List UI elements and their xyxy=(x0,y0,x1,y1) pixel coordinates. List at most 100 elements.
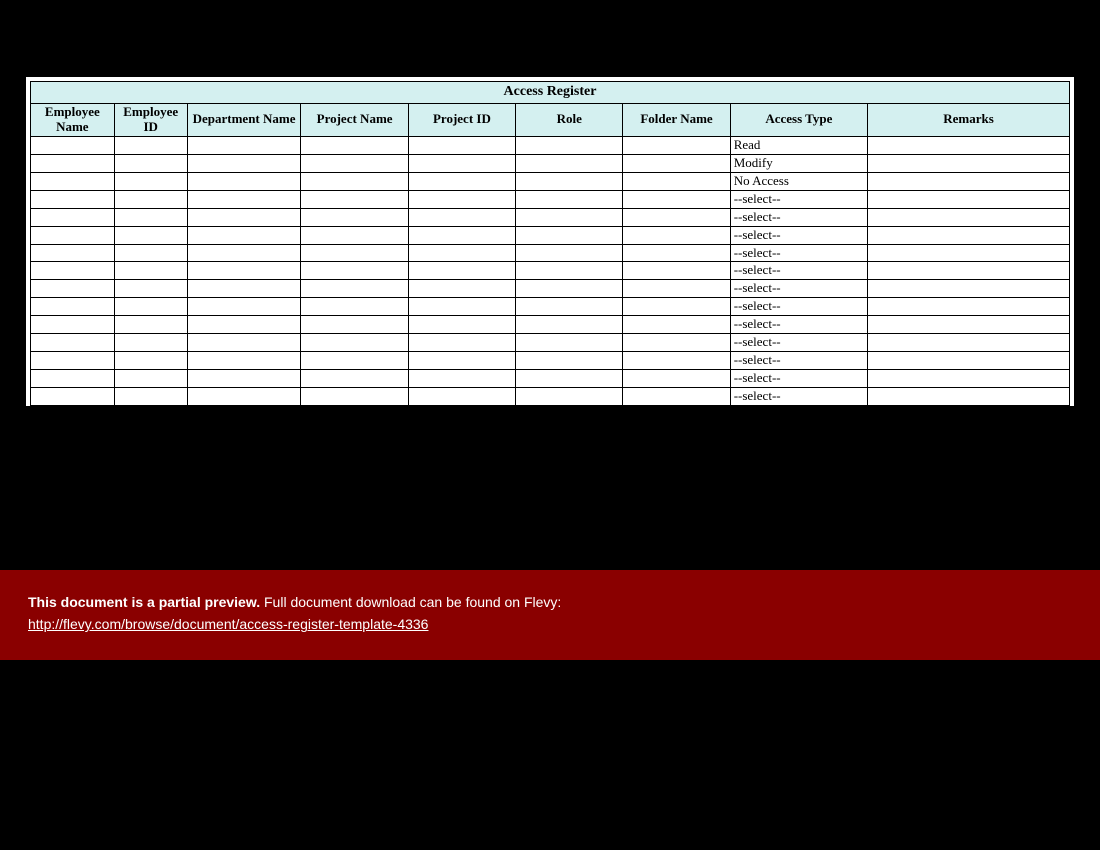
cell-remarks[interactable] xyxy=(868,280,1070,298)
cell-project_name[interactable] xyxy=(301,388,408,406)
cell-project_name[interactable] xyxy=(301,262,408,280)
cell-role[interactable] xyxy=(516,226,623,244)
cell-access_type[interactable]: --select-- xyxy=(730,370,867,388)
cell-employee_name[interactable] xyxy=(31,244,115,262)
cell-project_name[interactable] xyxy=(301,244,408,262)
cell-role[interactable] xyxy=(516,370,623,388)
cell-employee_id[interactable] xyxy=(114,316,187,334)
cell-project_name[interactable] xyxy=(301,136,408,154)
cell-folder_name[interactable] xyxy=(623,208,730,226)
cell-remarks[interactable] xyxy=(868,190,1070,208)
cell-employee_name[interactable] xyxy=(31,280,115,298)
cell-employee_name[interactable] xyxy=(31,172,115,190)
cell-remarks[interactable] xyxy=(868,208,1070,226)
cell-role[interactable] xyxy=(516,244,623,262)
cell-role[interactable] xyxy=(516,334,623,352)
cell-department_name[interactable] xyxy=(187,172,301,190)
cell-employee_name[interactable] xyxy=(31,352,115,370)
cell-remarks[interactable] xyxy=(868,334,1070,352)
cell-access_type[interactable]: --select-- xyxy=(730,352,867,370)
cell-folder_name[interactable] xyxy=(623,352,730,370)
cell-project_name[interactable] xyxy=(301,298,408,316)
cell-department_name[interactable] xyxy=(187,154,301,172)
cell-department_name[interactable] xyxy=(187,226,301,244)
cell-department_name[interactable] xyxy=(187,352,301,370)
cell-project_id[interactable] xyxy=(408,190,515,208)
cell-remarks[interactable] xyxy=(868,172,1070,190)
cell-access_type[interactable]: Read xyxy=(730,136,867,154)
cell-department_name[interactable] xyxy=(187,136,301,154)
cell-employee_name[interactable] xyxy=(31,316,115,334)
cell-role[interactable] xyxy=(516,172,623,190)
cell-remarks[interactable] xyxy=(868,226,1070,244)
cell-role[interactable] xyxy=(516,280,623,298)
cell-project_name[interactable] xyxy=(301,370,408,388)
cell-role[interactable] xyxy=(516,190,623,208)
cell-role[interactable] xyxy=(516,388,623,406)
cell-employee_name[interactable] xyxy=(31,298,115,316)
cell-project_id[interactable] xyxy=(408,280,515,298)
cell-department_name[interactable] xyxy=(187,316,301,334)
cell-employee_id[interactable] xyxy=(114,226,187,244)
cell-folder_name[interactable] xyxy=(623,316,730,334)
cell-project_id[interactable] xyxy=(408,208,515,226)
cell-project_id[interactable] xyxy=(408,154,515,172)
cell-department_name[interactable] xyxy=(187,244,301,262)
cell-access_type[interactable]: --select-- xyxy=(730,316,867,334)
cell-project_name[interactable] xyxy=(301,334,408,352)
cell-access_type[interactable]: No Access xyxy=(730,172,867,190)
cell-employee_name[interactable] xyxy=(31,136,115,154)
cell-employee_name[interactable] xyxy=(31,208,115,226)
cell-project_id[interactable] xyxy=(408,244,515,262)
cell-remarks[interactable] xyxy=(868,352,1070,370)
cell-employee_id[interactable] xyxy=(114,352,187,370)
cell-remarks[interactable] xyxy=(868,244,1070,262)
cell-access_type[interactable]: --select-- xyxy=(730,244,867,262)
cell-role[interactable] xyxy=(516,208,623,226)
cell-access_type[interactable]: --select-- xyxy=(730,388,867,406)
cell-project_name[interactable] xyxy=(301,190,408,208)
cell-project_id[interactable] xyxy=(408,370,515,388)
cell-folder_name[interactable] xyxy=(623,298,730,316)
cell-department_name[interactable] xyxy=(187,388,301,406)
cell-employee_name[interactable] xyxy=(31,388,115,406)
cell-project_name[interactable] xyxy=(301,154,408,172)
cell-project_id[interactable] xyxy=(408,136,515,154)
cell-access_type[interactable]: --select-- xyxy=(730,298,867,316)
cell-employee_name[interactable] xyxy=(31,334,115,352)
cell-role[interactable] xyxy=(516,316,623,334)
cell-employee_id[interactable] xyxy=(114,136,187,154)
cell-folder_name[interactable] xyxy=(623,226,730,244)
cell-department_name[interactable] xyxy=(187,334,301,352)
cell-employee_id[interactable] xyxy=(114,388,187,406)
cell-project_id[interactable] xyxy=(408,298,515,316)
cell-project_id[interactable] xyxy=(408,388,515,406)
cell-role[interactable] xyxy=(516,136,623,154)
cell-employee_id[interactable] xyxy=(114,298,187,316)
cell-remarks[interactable] xyxy=(868,136,1070,154)
cell-project_name[interactable] xyxy=(301,172,408,190)
cell-folder_name[interactable] xyxy=(623,262,730,280)
cell-folder_name[interactable] xyxy=(623,370,730,388)
cell-project_id[interactable] xyxy=(408,172,515,190)
cell-employee_id[interactable] xyxy=(114,262,187,280)
cell-employee_name[interactable] xyxy=(31,262,115,280)
cell-remarks[interactable] xyxy=(868,298,1070,316)
cell-remarks[interactable] xyxy=(868,316,1070,334)
cell-department_name[interactable] xyxy=(187,190,301,208)
cell-employee_name[interactable] xyxy=(31,370,115,388)
cell-remarks[interactable] xyxy=(868,154,1070,172)
cell-access_type[interactable]: --select-- xyxy=(730,334,867,352)
cell-project_id[interactable] xyxy=(408,226,515,244)
cell-employee_id[interactable] xyxy=(114,370,187,388)
cell-remarks[interactable] xyxy=(868,388,1070,406)
cell-project_name[interactable] xyxy=(301,280,408,298)
cell-folder_name[interactable] xyxy=(623,244,730,262)
cell-project_id[interactable] xyxy=(408,352,515,370)
cell-employee_id[interactable] xyxy=(114,172,187,190)
cell-employee_id[interactable] xyxy=(114,208,187,226)
cell-role[interactable] xyxy=(516,298,623,316)
cell-employee_id[interactable] xyxy=(114,244,187,262)
cell-project_name[interactable] xyxy=(301,226,408,244)
cell-employee_id[interactable] xyxy=(114,190,187,208)
